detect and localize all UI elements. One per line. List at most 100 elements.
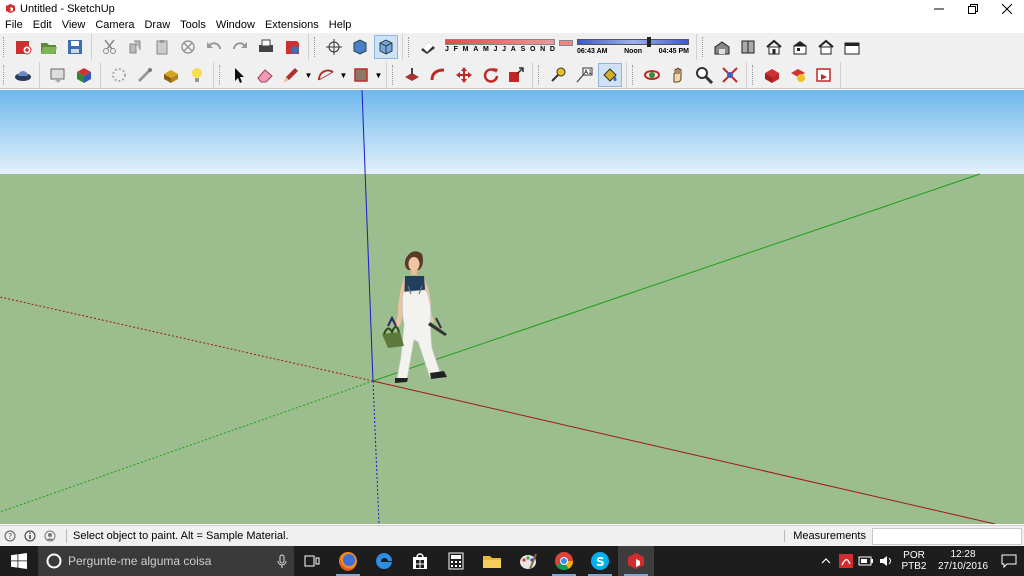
menu-file[interactable]: File	[0, 17, 28, 33]
rectangle-dropdown-icon[interactable]: ▼	[374, 63, 383, 87]
right-view-icon[interactable]	[788, 35, 812, 59]
menu-camera[interactable]: Camera	[90, 17, 139, 33]
new-model-icon[interactable]	[11, 35, 35, 59]
taskbar-search[interactable]: Pergunte-me alguma coisa	[38, 546, 294, 576]
rectangle-icon[interactable]	[349, 63, 373, 87]
time-slider-thumb[interactable]	[647, 37, 651, 47]
info-status-icon[interactable]	[20, 526, 40, 547]
text-icon[interactable]: A1	[572, 63, 596, 87]
tape-measure-icon[interactable]	[546, 63, 570, 87]
arc-dropdown-icon[interactable]: ▼	[339, 63, 348, 87]
iso-view-icon[interactable]	[710, 35, 734, 59]
open-icon[interactable]	[37, 35, 61, 59]
restore-button[interactable]	[956, 0, 990, 17]
save-icon[interactable]	[63, 35, 87, 59]
top-view-icon[interactable]	[736, 35, 760, 59]
toolbar-grip[interactable]	[538, 65, 542, 85]
chrome-icon[interactable]	[546, 546, 582, 576]
toolbar-grip[interactable]	[752, 65, 756, 85]
toolbar-grip[interactable]	[702, 37, 706, 57]
acrobat-tray-icon[interactable]	[838, 546, 854, 576]
print-icon[interactable]	[254, 35, 278, 59]
show-hidden-icons-icon[interactable]	[818, 546, 834, 576]
time-slider[interactable]: 06:43 AM Noon 04:45 PM	[577, 37, 689, 57]
orbit2-icon[interactable]	[640, 63, 664, 87]
front-view-icon[interactable]	[762, 35, 786, 59]
user-status-icon[interactable]	[40, 526, 60, 547]
toolbar-grip[interactable]	[408, 37, 412, 57]
3d-viewport[interactable]	[0, 90, 1024, 524]
pencil-dropdown-icon[interactable]: ▼	[304, 63, 313, 87]
cut-icon[interactable]	[98, 35, 122, 59]
eraser-icon[interactable]	[253, 63, 277, 87]
toolbar-grip[interactable]	[3, 65, 7, 85]
pan-icon[interactable]	[666, 63, 690, 87]
select-icon[interactable]	[227, 63, 251, 87]
section-plane-icon[interactable]	[348, 35, 372, 59]
month-slider[interactable]: J F M A M J J A S O N D	[445, 37, 555, 57]
toolbar-grip[interactable]	[219, 65, 223, 85]
copy-icon[interactable]	[124, 35, 148, 59]
paste-icon[interactable]	[150, 35, 174, 59]
rotate-icon[interactable]	[478, 63, 502, 87]
scale-icon[interactable]	[504, 63, 528, 87]
language-indicator[interactable]: POR PTB2	[900, 550, 928, 572]
toolbar-grip[interactable]	[314, 37, 318, 57]
calculator-icon[interactable]	[438, 546, 474, 576]
erase-icon[interactable]	[176, 35, 200, 59]
extension-warehouse-icon[interactable]	[107, 63, 131, 87]
paint-icon[interactable]	[510, 546, 546, 576]
shadow-toggle-icon[interactable]	[416, 35, 440, 59]
toolbar-grip[interactable]	[3, 37, 7, 57]
push-pull-icon[interactable]	[400, 63, 424, 87]
file-explorer-icon[interactable]	[474, 546, 510, 576]
task-view-icon[interactable]	[294, 546, 330, 576]
orbit-icon[interactable]	[322, 35, 346, 59]
paint-bucket-icon[interactable]	[598, 63, 622, 87]
toolbar-grip[interactable]	[392, 65, 396, 85]
menu-help[interactable]: Help	[324, 17, 357, 33]
menu-draw[interactable]: Draw	[139, 17, 175, 33]
month-slider-thumb[interactable]	[559, 40, 573, 46]
store-icon[interactable]	[402, 546, 438, 576]
components-icon[interactable]	[159, 63, 183, 87]
bulb-icon[interactable]	[185, 63, 209, 87]
menu-tools[interactable]: Tools	[175, 17, 211, 33]
3d-warehouse-icon[interactable]	[72, 63, 96, 87]
pencil-icon[interactable]	[279, 63, 303, 87]
menu-extensions[interactable]: Extensions	[260, 17, 324, 33]
volume-icon[interactable]	[878, 546, 894, 576]
move-icon[interactable]	[452, 63, 476, 87]
layout-icon[interactable]	[812, 63, 836, 87]
shadow-icon[interactable]	[374, 35, 398, 59]
system-clock[interactable]: 12:28 27/10/2016	[936, 549, 990, 573]
measurements-input[interactable]	[872, 527, 1022, 545]
undo-icon[interactable]	[202, 35, 226, 59]
arc-icon[interactable]	[314, 63, 338, 87]
firefox-icon[interactable]	[330, 546, 366, 576]
get-models-icon[interactable]	[760, 63, 784, 87]
sketchup-taskbar-icon[interactable]	[618, 546, 654, 576]
geo-status-icon[interactable]: ?	[0, 526, 20, 547]
tape-icon[interactable]	[133, 63, 157, 87]
start-button[interactable]	[0, 546, 38, 576]
battery-icon[interactable]	[858, 546, 874, 576]
menu-edit[interactable]: Edit	[28, 17, 57, 33]
redo-icon[interactable]	[228, 35, 252, 59]
zoom-extents-icon[interactable]	[718, 63, 742, 87]
microphone-icon[interactable]	[270, 554, 294, 568]
zoom-icon[interactable]	[692, 63, 716, 87]
share-model-icon[interactable]	[786, 63, 810, 87]
back-view-icon[interactable]	[814, 35, 838, 59]
close-button[interactable]	[990, 0, 1024, 17]
follow-me-icon[interactable]	[426, 63, 450, 87]
left-view-icon[interactable]	[840, 35, 864, 59]
action-center-icon[interactable]	[994, 546, 1024, 576]
menu-view[interactable]: View	[57, 17, 91, 33]
add-location-icon[interactable]	[46, 63, 70, 87]
geo-location-icon[interactable]	[11, 63, 35, 87]
menu-window[interactable]: Window	[211, 17, 260, 33]
toolbar-grip[interactable]	[632, 65, 636, 85]
model-info-icon[interactable]	[280, 35, 304, 59]
minimize-button[interactable]	[922, 0, 956, 17]
